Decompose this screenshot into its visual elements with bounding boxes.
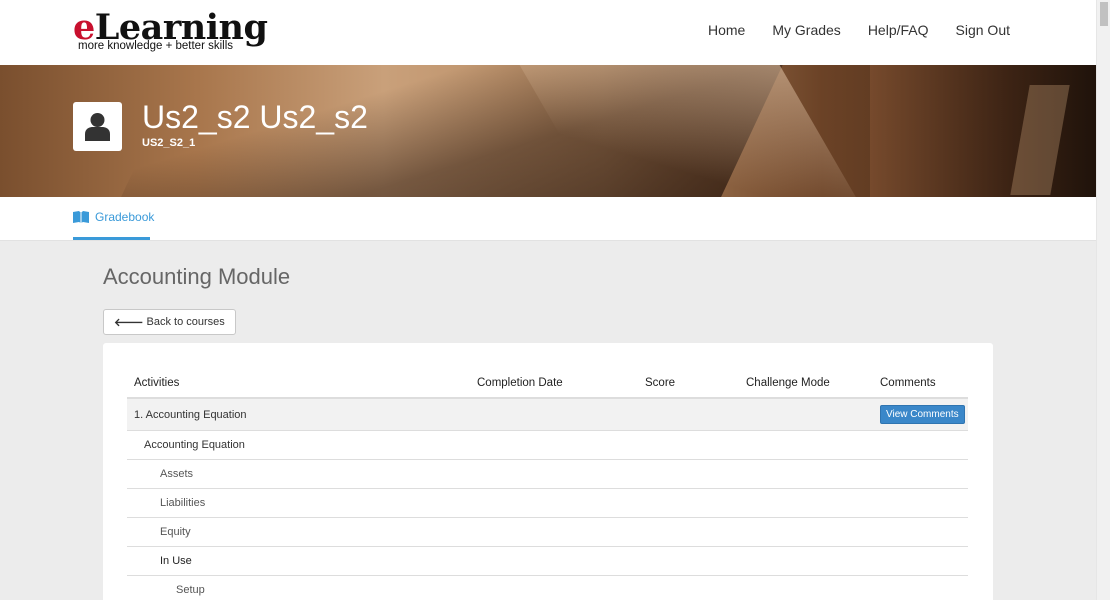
completion-date-cell [470, 546, 638, 576]
activity-name: Setup [176, 584, 205, 596]
profile-banner: Us2_s2 Us2_s2 US2_S2_1 [0, 65, 1096, 197]
tab-bar: Gradebook [0, 197, 1096, 241]
completion-date-cell [470, 398, 638, 431]
top-navbar: eLearning more knowledge + better skills… [0, 0, 1096, 65]
scrollbar-thumb[interactable] [1100, 2, 1108, 26]
page-title: Accounting Module [103, 264, 291, 289]
score-cell [638, 488, 739, 518]
gradebook-card: Activities Completion Date Score Challen… [103, 343, 993, 600]
challenge-mode-cell [739, 575, 873, 600]
table-row[interactable]: In Use [127, 546, 968, 576]
completion-date-cell [470, 488, 638, 518]
column-header-challenge-mode: Challenge Mode [739, 369, 873, 399]
nav-sign-out-link[interactable]: Sign Out [956, 22, 1010, 38]
logo-tagline: more knowledge + better skills [78, 40, 234, 52]
comments-cell [873, 517, 968, 547]
page: eLearning more knowledge + better skills… [0, 0, 1096, 600]
activity-name: 1. Accounting Equation [134, 408, 247, 421]
comments-cell [873, 430, 968, 460]
table-row[interactable]: Liabilities [127, 488, 968, 518]
completion-date-cell [470, 517, 638, 547]
column-header-score: Score [638, 369, 739, 399]
table-row[interactable]: Assets [127, 459, 968, 489]
challenge-mode-cell [739, 459, 873, 489]
comments-cell [873, 488, 968, 518]
table-row[interactable]: Setup [127, 575, 968, 600]
score-cell [638, 398, 739, 431]
activity-name: Liabilities [160, 497, 206, 509]
comments-cell [873, 459, 968, 489]
challenge-mode-cell [739, 398, 873, 431]
user-id: US2_S2_1 [142, 137, 196, 149]
view-comments-button[interactable]: View Comments [880, 405, 965, 424]
challenge-mode-cell [739, 488, 873, 518]
completion-date-cell [470, 430, 638, 460]
score-cell [638, 459, 739, 489]
book-open-icon [73, 211, 89, 223]
nav-home-link[interactable]: Home [708, 22, 745, 38]
comments-cell [873, 575, 968, 600]
tab-gradebook-label: Gradebook [95, 210, 155, 224]
table-row[interactable]: Equity [127, 517, 968, 547]
back-to-courses-button[interactable]: 🡐 Back to courses [103, 309, 236, 335]
completion-date-cell [470, 459, 638, 489]
table-header-row: Activities Completion Date Score Challen… [127, 369, 968, 399]
gradebook-table: Activities Completion Date Score Challen… [127, 369, 968, 600]
main-nav: Home My Grades Help/FAQ Sign Out [708, 22, 1010, 38]
user-icon [85, 113, 110, 141]
activity-name: In Use [160, 555, 192, 567]
activity-name: Accounting Equation [144, 439, 245, 451]
activity-name: Equity [160, 526, 191, 538]
brand-logo[interactable]: eLearning more knowledge + better skills [73, 8, 273, 56]
challenge-mode-cell [739, 546, 873, 576]
nav-help-faq-link[interactable]: Help/FAQ [868, 22, 929, 38]
activity-name: Assets [160, 468, 194, 480]
score-cell [638, 517, 739, 547]
score-cell [638, 430, 739, 460]
tab-gradebook[interactable]: Gradebook [73, 197, 154, 240]
user-full-name: Us2_s2 Us2_s2 [142, 99, 368, 135]
arrow-left-icon: 🡐 [114, 317, 144, 329]
column-header-completion-date: Completion Date [470, 369, 638, 399]
column-header-activities: Activities [127, 369, 470, 399]
challenge-mode-cell [739, 517, 873, 547]
challenge-mode-cell [739, 430, 873, 460]
column-header-comments: Comments [873, 369, 968, 399]
completion-date-cell [470, 575, 638, 600]
nav-my-grades-link[interactable]: My Grades [772, 22, 840, 38]
table-row[interactable]: Accounting Equation [127, 430, 968, 460]
table-row[interactable]: 1. Accounting Equation View Comments [127, 398, 968, 431]
score-cell [638, 575, 739, 600]
score-cell [638, 546, 739, 576]
vertical-scrollbar[interactable] [1096, 0, 1110, 600]
avatar [73, 102, 122, 151]
comments-cell [873, 546, 968, 576]
back-to-courses-label: Back to courses [146, 316, 225, 328]
